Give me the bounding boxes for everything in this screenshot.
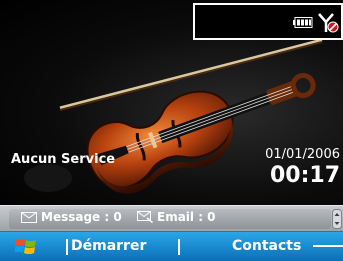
softkey-bar: Démarrer Contacts: [0, 232, 343, 261]
time-display: 00:17: [269, 163, 340, 188]
softkey-underline: [313, 245, 343, 247]
status-bar: [193, 3, 343, 40]
message-notification[interactable]: Message : 0: [21, 210, 122, 224]
windows-logo-icon[interactable]: [15, 237, 37, 256]
smartphone-home-screen: Aucun Service 01/01/2006 00:17 Message :…: [0, 0, 343, 261]
date-display: 01/01/2006: [265, 147, 340, 162]
service-status: Aucun Service: [11, 152, 116, 167]
softkey-separator: [66, 239, 68, 255]
email-notification[interactable]: Email : 0: [137, 210, 216, 224]
softkey-separator: [178, 239, 180, 255]
email-icon: [137, 211, 153, 223]
email-count-label: Email : 0: [157, 210, 216, 224]
message-count-label: Message : 0: [41, 210, 122, 224]
no-signal-icon: [318, 13, 339, 33]
contacts-softkey[interactable]: Contacts: [232, 238, 301, 254]
envelope-icon: [21, 211, 37, 223]
start-softkey[interactable]: Démarrer: [71, 238, 146, 254]
notification-strip: Message : 0 Email : 0: [0, 205, 343, 232]
notification-scroll-button[interactable]: [332, 209, 342, 229]
notification-panel[interactable]: Message : 0 Email : 0: [9, 209, 331, 229]
battery-full-icon: [293, 17, 313, 28]
